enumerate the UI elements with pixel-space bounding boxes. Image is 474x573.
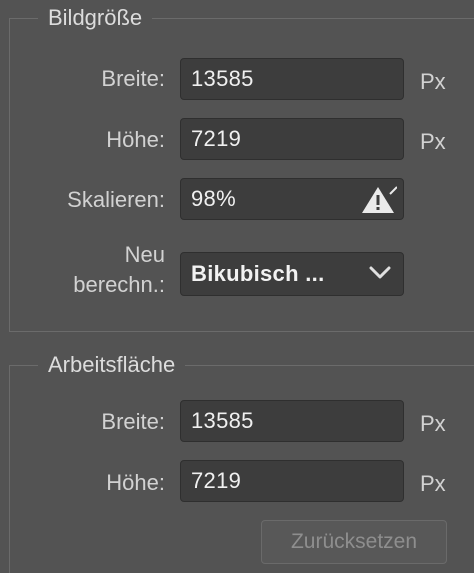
canvas-size-title: Arbeitsfläche [38, 349, 186, 381]
image-size-title: Bildgröße [38, 2, 153, 34]
canvas-width-unit: Px [420, 411, 446, 436]
canvas-height-value: 7219 [191, 468, 242, 493]
scale-label: Skalieren: [67, 187, 165, 212]
resample-dropdown[interactable]: Bikubisch ... [180, 252, 404, 296]
image-height-unit: Px [420, 129, 446, 154]
resample-label-line2: berechn.: [73, 272, 165, 297]
warning-icon[interactable] [361, 186, 397, 214]
canvas-width-field[interactable]: 13585 [180, 400, 404, 442]
scale-value: 98% [191, 186, 236, 211]
image-height-field[interactable]: 7219 [180, 118, 404, 160]
canvas-height-unit: Px [420, 471, 446, 496]
canvas-height-label: Höhe: [106, 470, 165, 495]
image-size-panel: Bildgröße Breite: 13585 Px Höhe: 7219 Px… [0, 0, 474, 573]
scale-field[interactable]: 98% [180, 178, 404, 220]
resample-label-line1: Neu [124, 242, 165, 267]
canvas-height-field[interactable]: 7219 [180, 460, 404, 502]
image-width-label: Breite: [101, 66, 165, 91]
reset-button[interactable]: Zurücksetzen [261, 520, 447, 564]
image-height-label: Höhe: [106, 127, 165, 152]
resample-value: Bikubisch ... [191, 261, 325, 286]
canvas-width-label: Breite: [101, 409, 165, 434]
chevron-down-icon [369, 266, 391, 279]
image-height-value: 7219 [191, 126, 242, 151]
image-width-field[interactable]: 13585 [180, 58, 404, 100]
resample-label: Neu berechn.: [73, 240, 165, 300]
image-width-value: 13585 [191, 66, 254, 91]
canvas-width-value: 13585 [191, 408, 254, 433]
image-width-unit: Px [420, 69, 446, 94]
